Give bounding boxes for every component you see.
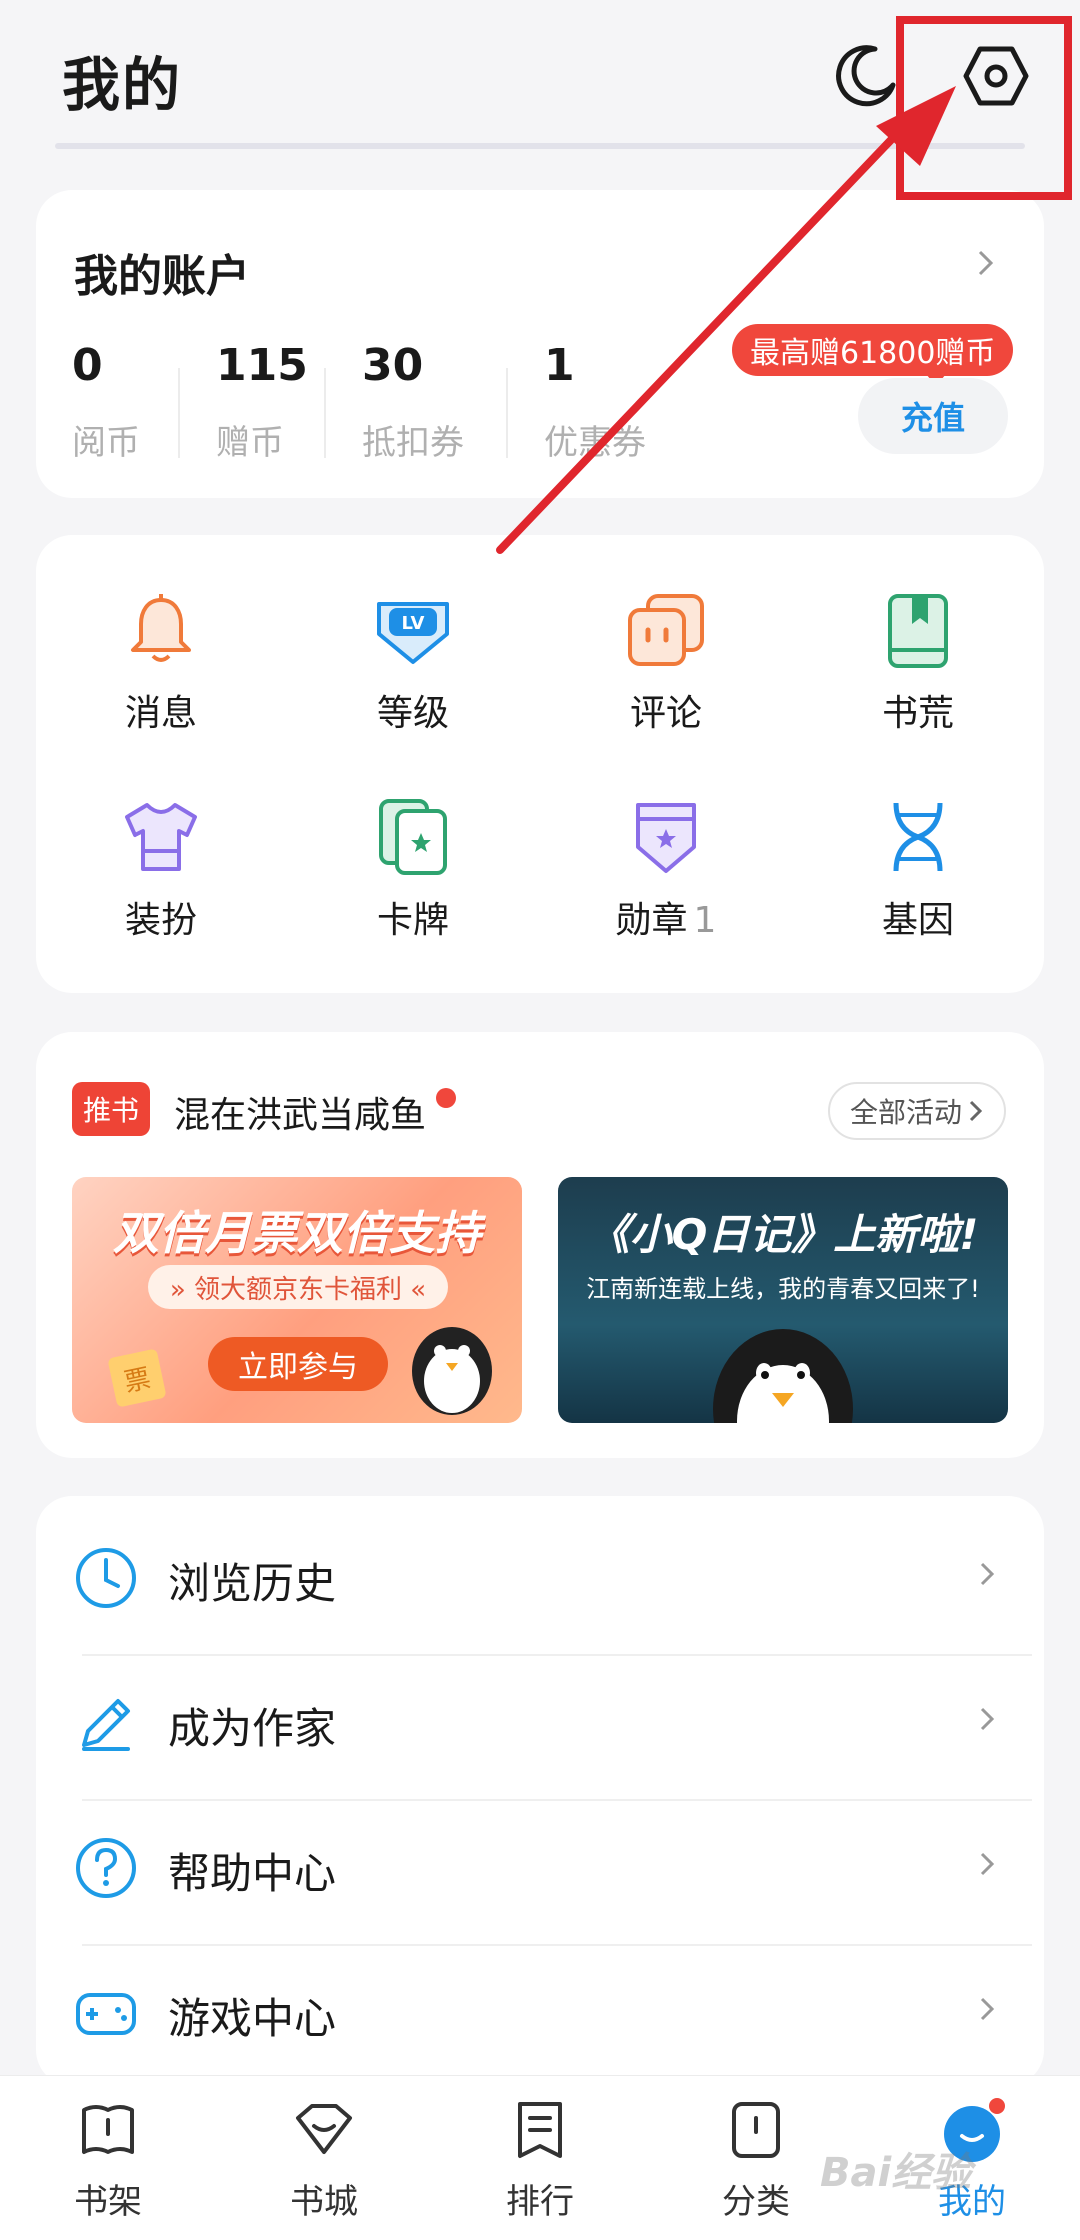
menu-card: 浏览历史 成为作家 帮助中心 游戏中心 [36,1496,1044,2086]
bookshelf-icon [82,2105,134,2154]
chevron-right-icon [976,248,996,282]
tab-label: 排行 [506,2182,574,2222]
stat-zengbi[interactable]: 115 赠币 [216,340,308,464]
feature-genes[interactable]: 基因 [818,797,1018,943]
all-activities-button[interactable]: 全部活动 [828,1082,1006,1140]
stat-divider [324,368,326,458]
stat-label: 阅币 [72,423,140,463]
tab-ranking[interactable]: 排行 [460,2098,620,2223]
menu-item-help-center[interactable]: 帮助中心 [36,1794,1044,1939]
banner-double-monthly-ticket[interactable]: 双倍月票双倍支持 » 领大额京东卡福利 « 立即参与 票 [72,1177,522,1423]
medal-count: 1 [693,900,717,941]
dna-icon [893,802,943,872]
recommended-book-title[interactable]: 混在洪武当咸鱼 [174,1086,426,1138]
menu-item-label: 浏览历史 [168,1559,337,1608]
stat-value: 115 [216,340,308,391]
baidu-jingyan-watermark: Bai经验 [820,2150,972,2196]
gamepad-icon [76,1993,136,2035]
tab-label: 书架 [74,2182,142,2222]
penguin-mascot-icon [412,1327,492,1415]
svg-text:LV: LV [402,613,425,634]
medal-icon [636,803,696,873]
feature-cards[interactable]: 卡牌 [313,797,513,943]
annotation-arrow-icon [496,86,956,554]
feature-level[interactable]: LV 等级 [313,590,513,736]
all-activities-label: 全部活动 [849,1096,962,1129]
chevron-right-icon [980,1852,995,1876]
activity-card: 推书 混在洪武当咸鱼 全部活动 双倍月票双倍支持 » 领大额京东卡福利 « 立即… [36,1032,1044,1458]
chevron-right-icon [980,1707,995,1731]
book-bookmark-icon [888,594,948,668]
stat-yuebi[interactable]: 0 阅币 [72,340,140,464]
menu-item-label: 帮助中心 [168,1849,337,1898]
menu-item-become-writer[interactable]: 成为作家 [36,1649,1044,1794]
feature-label: 消息 [124,693,197,734]
help-icon [76,1838,136,1898]
tab-bookstore[interactable]: 书城 [244,2098,404,2223]
feature-messages[interactable]: 消息 [61,590,261,736]
ranking-icon [518,2102,562,2158]
feature-label: 等级 [376,693,449,734]
tab-category[interactable]: 分类 [676,2098,836,2223]
ticket-illustration: 票 [107,1348,167,1408]
tab-label: 分类 [722,2182,790,2222]
menu-item-label: 游戏中心 [168,1994,337,2043]
stat-value: 30 [362,340,424,391]
new-dot [436,1088,456,1108]
penguin-mascot-icon [713,1329,853,1423]
tab-bookshelf[interactable]: 书架 [28,2098,188,2223]
banner-title: 《小Q日记》上新啦! [587,1210,979,1259]
tab-label: 书城 [290,2182,358,2222]
banner-subtitle: » 领大额京东卡福利 « [148,1265,448,1309]
feature-label: 评论 [629,693,702,734]
menu-item-history[interactable]: 浏览历史 [36,1504,1044,1649]
join-now-button[interactable]: 立即参与 [208,1337,388,1391]
page-title: 我的 [62,51,183,119]
stat-divider [178,368,180,458]
category-icon [732,2102,780,2158]
feature-dressup[interactable]: 装扮 [61,797,261,943]
tshirt-icon [125,803,197,871]
cards-icon [379,799,447,875]
feature-label: 书荒 [881,693,954,734]
level-badge-icon: LV [377,602,449,664]
feature-label: 装扮 [124,900,197,941]
features-card: 消息 LV 等级 评论 书荒 装扮 卡牌 勋章 1 基因 [36,535,1044,993]
chevron-right-icon [980,1997,995,2021]
feature-medals[interactable]: 勋章 1 [566,797,766,943]
feature-label: 基因 [881,900,954,941]
feature-comments[interactable]: 评论 [566,590,766,736]
comment-icon [628,594,704,666]
recommend-tag: 推书 [72,1082,150,1136]
feature-label-text: 勋章 [615,900,688,941]
feature-label: 卡牌 [376,900,449,941]
chevron-right-icon [980,1562,995,1586]
feature-label: 勋章 1 [566,891,766,943]
stat-value: 0 [72,340,103,391]
stat-label: 赠币 [216,423,284,463]
bookstore-icon [296,2104,352,2154]
banner-xiaoq-diary[interactable]: 《小Q日记》上新啦! 江南新连载上线，我的青春又回来了! [558,1177,1008,1423]
banner-subtitle: 江南新连载上线，我的青春又回来了! [586,1275,980,1303]
clock-icon [76,1548,136,1608]
stat-dikouquan[interactable]: 30 抵扣券 [362,340,464,464]
pencil-icon [82,1699,130,1751]
account-title: 我的账户 [74,251,250,302]
stat-label: 抵扣券 [362,423,464,463]
feature-book-shortage[interactable]: 书荒 [818,590,1018,736]
menu-item-label: 成为作家 [168,1704,337,1753]
bell-icon [131,594,191,662]
menu-item-game-center[interactable]: 游戏中心 [36,1939,1044,2084]
banner-title: 双倍月票双倍支持 [113,1206,481,1260]
chevron-right-icon [969,1100,983,1122]
